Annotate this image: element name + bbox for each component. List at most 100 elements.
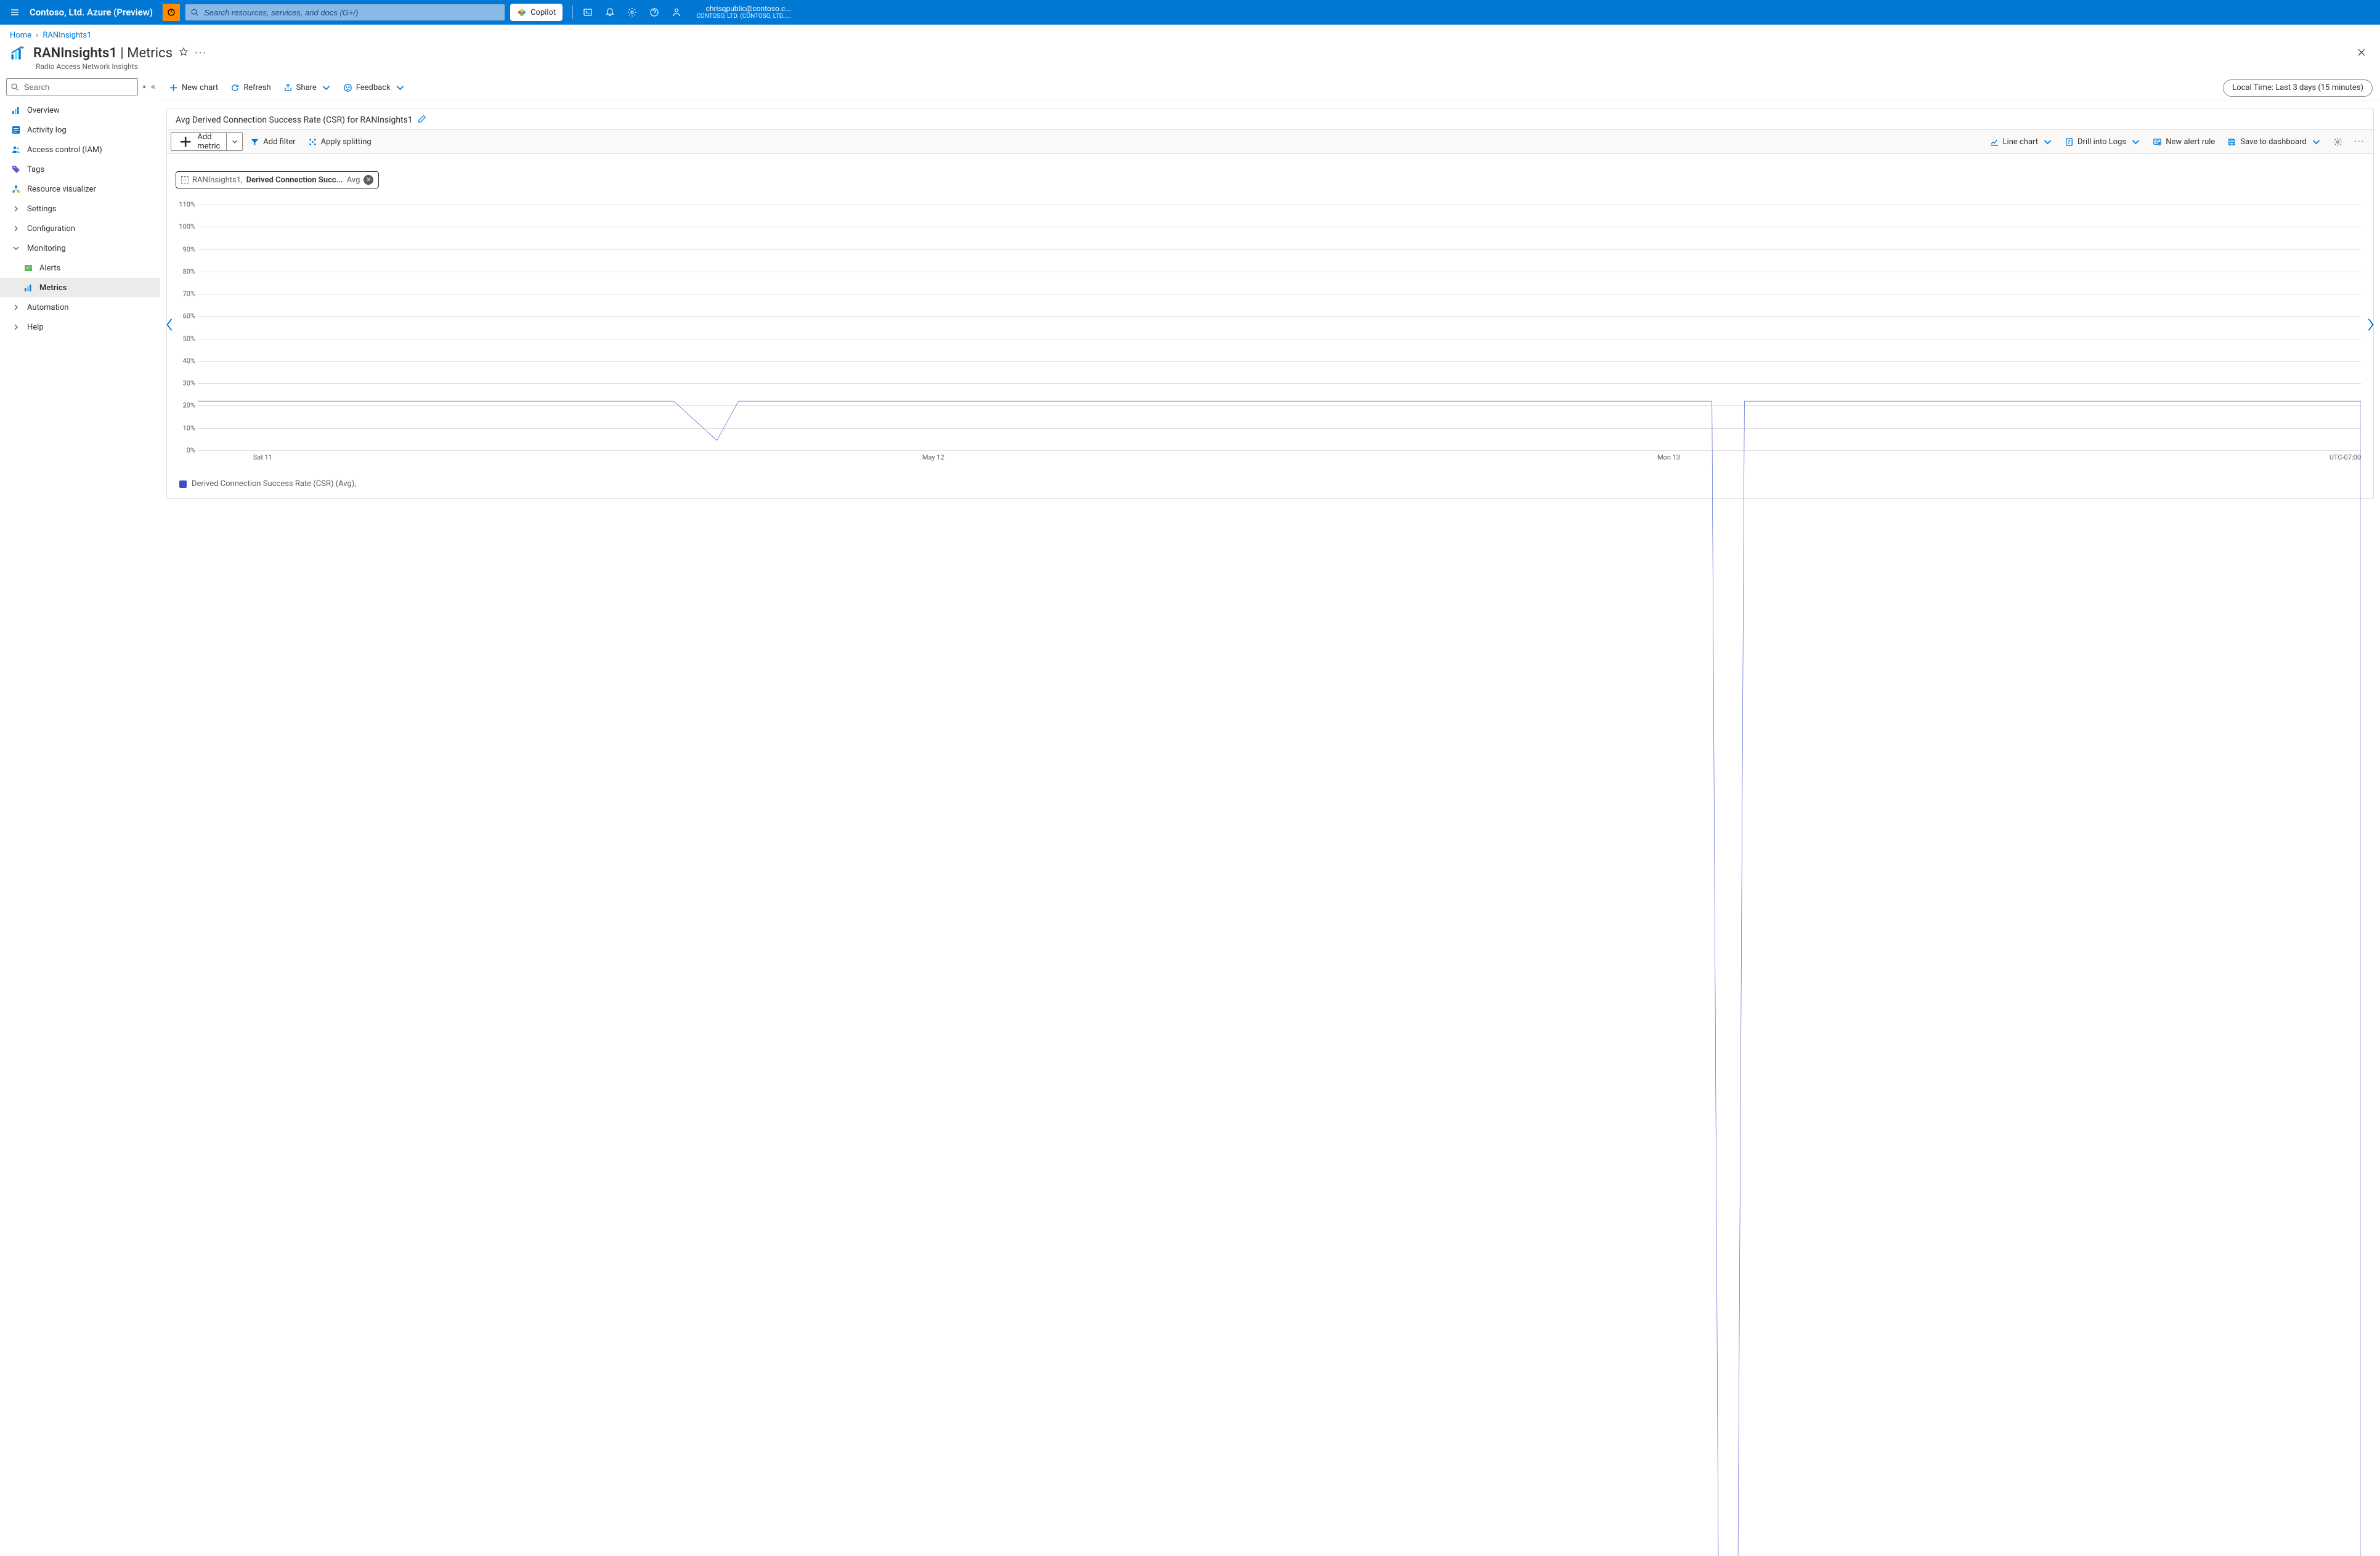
nav-activity-log[interactable]: Activity log (0, 120, 160, 140)
chart-line (198, 205, 2361, 1556)
close-blade-button[interactable] (2357, 43, 2370, 60)
metric-pill-metric: Derived Connection Succ... (246, 176, 343, 185)
chart-card: Avg Derived Connection Success Rate (CSR… (166, 108, 2374, 499)
chart-scroll-left-icon[interactable] (162, 310, 177, 339)
apply-splitting-button[interactable]: Apply splitting (303, 132, 376, 151)
nav-sort-icon[interactable] (142, 81, 147, 93)
share-label: Share (296, 83, 317, 92)
new-chart-label: New chart (182, 83, 218, 92)
nav-search-input[interactable] (6, 78, 138, 95)
global-search-input[interactable] (185, 4, 505, 21)
separator (572, 6, 573, 19)
breadcrumb: Home › RANInsights1 (0, 25, 2380, 43)
nav-settings[interactable]: Settings (0, 199, 160, 219)
drill-logs-button[interactable]: Drill into Logs (2060, 132, 2145, 151)
nav-monitoring[interactable]: Monitoring (0, 238, 160, 258)
resource-visualizer-icon (11, 184, 21, 194)
y-tick-label: 70% (176, 290, 195, 298)
metric-pill-row: ⎍ RANInsights1, Derived Connection Succ.… (167, 154, 2373, 192)
nav-settings-label: Settings (27, 205, 56, 214)
metric-pill-scope: RANInsights1, (192, 176, 243, 185)
cloud-shell-icon[interactable] (578, 2, 598, 22)
tags-icon (11, 164, 21, 174)
nav-iam[interactable]: Access control (IAM) (0, 140, 160, 160)
page-body: Overview Activity log Access control (IA… (0, 76, 2380, 1556)
metric-pill-agg: Avg (347, 176, 360, 185)
portal-brand[interactable]: Contoso, Ltd. Azure (Preview) (30, 7, 158, 18)
favorite-icon[interactable] (179, 47, 189, 59)
breadcrumb-sep: › (36, 31, 38, 40)
chart-type-button[interactable]: Line chart (1985, 132, 2057, 151)
more-icon[interactable]: ··· (195, 47, 207, 60)
nav-automation-label: Automation (27, 303, 69, 312)
nav-help[interactable]: Help (0, 317, 160, 337)
metric-pill-remove-icon[interactable]: ✕ (363, 175, 373, 185)
metric-swatch-icon: ⎍ (181, 176, 189, 184)
new-alert-label: New alert rule (2166, 137, 2215, 147)
nav-configuration[interactable]: Configuration (0, 219, 160, 238)
y-tick-label: 80% (176, 267, 195, 275)
new-chart-button[interactable]: New chart (164, 79, 223, 97)
chart-more-icon[interactable]: ··· (2350, 132, 2370, 151)
y-tick-label: 10% (176, 424, 195, 432)
new-alert-button[interactable]: New alert rule (2148, 132, 2220, 151)
nav-config-label: Configuration (27, 224, 75, 233)
time-range-button[interactable]: Local Time: Last 3 days (15 minutes) (2223, 79, 2373, 97)
user-email: chrisqpublic@contoso.c... (696, 4, 791, 13)
refresh-button[interactable]: Refresh (225, 79, 275, 97)
page-title: RANInsights1 | Metrics (33, 46, 173, 61)
title-actions: ··· (179, 47, 207, 60)
feedback-label: Feedback (356, 83, 391, 92)
menu-toggle-button[interactable] (5, 2, 25, 22)
chart-settings-icon[interactable] (2328, 132, 2347, 151)
nav-metrics[interactable]: Metrics (0, 278, 160, 298)
y-tick-label: 30% (176, 379, 195, 387)
edit-title-icon[interactable] (418, 115, 426, 126)
top-bar: Contoso, Ltd. Azure (Preview) Copilot ch… (0, 0, 2380, 25)
metrics-toolbar: New chart Refresh Share Feedback Local T… (160, 76, 2380, 100)
add-metric-dropdown[interactable] (227, 132, 243, 151)
breadcrumb-current[interactable]: RANInsights1 (43, 31, 91, 40)
chevron-right-icon (11, 322, 21, 332)
settings-icon[interactable] (622, 2, 642, 22)
page-subtitle: Radio Access Network Insights (0, 62, 2357, 71)
nav-monitoring-label: Monitoring (27, 244, 66, 253)
copilot-button[interactable]: Copilot (510, 4, 563, 21)
nav-search-field[interactable] (23, 82, 134, 92)
save-dashboard-button[interactable]: Save to dashboard (2222, 132, 2325, 151)
feedback-top-icon[interactable] (667, 2, 686, 22)
overview-icon (11, 105, 21, 115)
nav-automation[interactable]: Automation (0, 298, 160, 317)
preview-icon[interactable] (163, 4, 180, 21)
chevron-right-icon (11, 224, 21, 233)
metric-pill[interactable]: ⎍ RANInsights1, Derived Connection Succ.… (176, 171, 379, 188)
left-nav: Overview Activity log Access control (IA… (0, 76, 160, 1556)
chevron-down-icon (11, 243, 21, 253)
feedback-button[interactable]: Feedback (338, 79, 410, 97)
add-metric-button[interactable]: Add metric (171, 132, 227, 151)
y-tick-label: 60% (176, 312, 195, 320)
breadcrumb-home[interactable]: Home (10, 31, 31, 40)
nav-collapse-icon[interactable] (150, 81, 155, 93)
nav-resource-visualizer[interactable]: Resource visualizer (0, 179, 160, 199)
share-button[interactable]: Share (278, 79, 336, 97)
chart-body: 0%10%20%30%40%50%60%70%80%90%100%110%Sat… (167, 192, 2373, 457)
y-tick-label: 0% (176, 447, 195, 455)
help-icon[interactable] (644, 2, 664, 22)
notifications-icon[interactable] (600, 2, 620, 22)
nav-overview[interactable]: Overview (0, 100, 160, 120)
refresh-label: Refresh (243, 83, 270, 92)
chart-scroll-right-icon[interactable] (2363, 310, 2378, 339)
chart-plot-area[interactable]: 0%10%20%30%40%50%60%70%80%90%100%110%Sat… (198, 205, 2361, 451)
nav-alerts[interactable]: Alerts (0, 258, 160, 278)
y-tick-label: 110% (176, 201, 195, 209)
chart-type-label: Line chart (2003, 137, 2038, 147)
add-filter-button[interactable]: Add filter (245, 132, 300, 151)
resource-type-icon (9, 44, 27, 62)
y-tick-label: 40% (176, 357, 195, 365)
user-account-button[interactable]: chrisqpublic@contoso.c... CONTOSO, LTD. … (691, 4, 794, 20)
nav-tags[interactable]: Tags (0, 160, 160, 179)
main-content: New chart Refresh Share Feedback Local T… (160, 76, 2380, 1556)
nav-overview-label: Overview (27, 106, 60, 115)
global-search-field[interactable] (203, 7, 500, 18)
